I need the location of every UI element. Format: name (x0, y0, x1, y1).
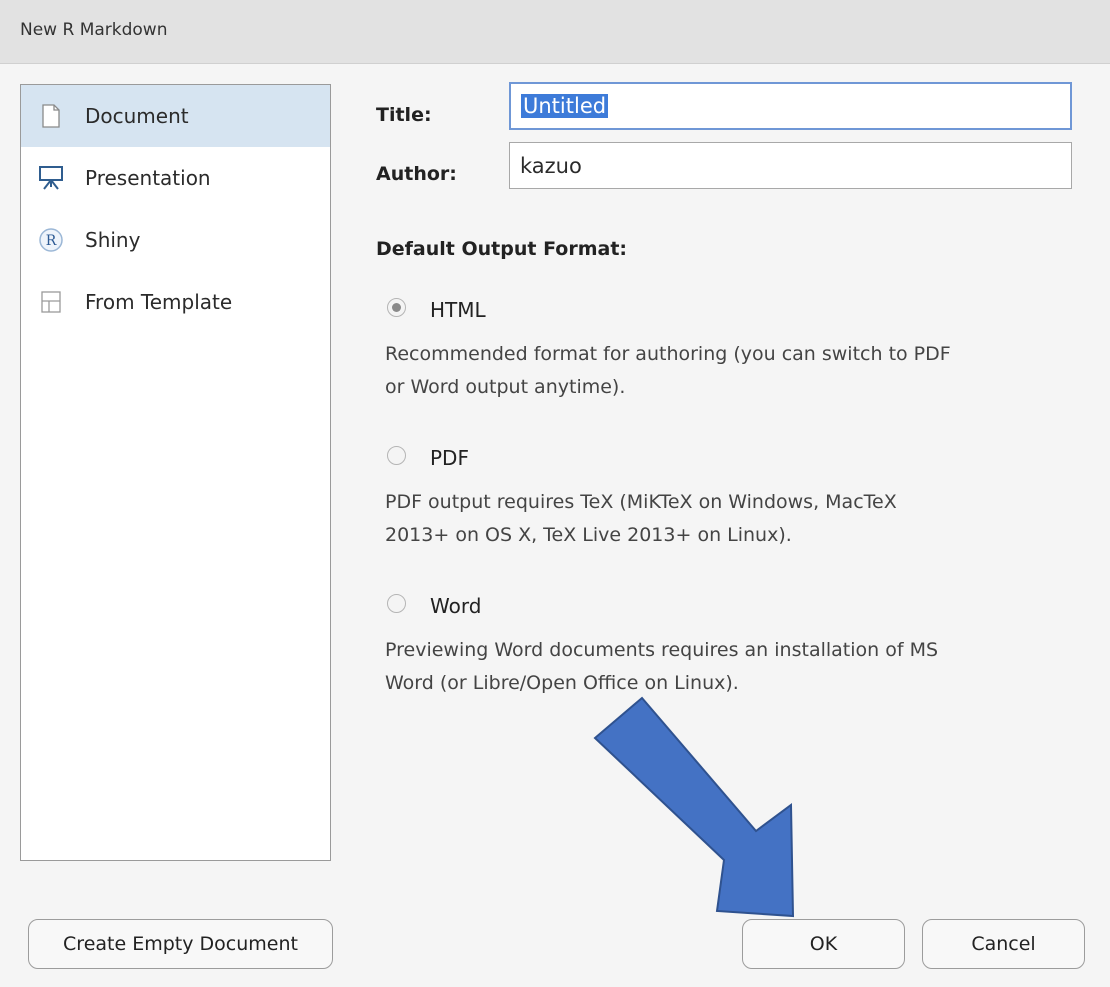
title-input[interactable]: Untitled (509, 82, 1072, 130)
word-radio-label[interactable]: Word (430, 594, 481, 618)
title-label: Title: (376, 104, 432, 126)
cancel-button[interactable]: Cancel (922, 919, 1085, 969)
pdf-radio-label[interactable]: PDF (430, 446, 469, 470)
template-icon (37, 288, 65, 316)
pdf-description-line1: PDF output requires TeX (MiKTeX on Windo… (385, 491, 897, 513)
document-icon (37, 102, 65, 130)
template-item-shiny[interactable]: R Shiny (21, 209, 330, 271)
template-item-label: Document (85, 104, 189, 128)
presentation-icon (37, 164, 65, 192)
title-input-value: Untitled (521, 94, 609, 118)
window-title: New R Markdown (20, 20, 168, 40)
template-item-label: Shiny (85, 228, 141, 252)
r-shiny-icon: R (37, 226, 65, 254)
html-description: Recommended format for authoring (you ca… (385, 338, 1075, 404)
word-description-line1: Previewing Word documents requires an in… (385, 639, 939, 661)
template-item-document[interactable]: Document (21, 85, 330, 147)
template-item-label: Presentation (85, 166, 211, 190)
window-titlebar: New R Markdown (0, 0, 1110, 64)
author-label: Author: (376, 163, 457, 185)
pdf-description-line2: 2013+ on OS X, TeX Live 2013+ on Linux). (385, 524, 792, 546)
html-description-line2: or Word output anytime). (385, 376, 626, 398)
template-item-presentation[interactable]: Presentation (21, 147, 330, 209)
create-empty-document-button[interactable]: Create Empty Document (28, 919, 333, 969)
template-item-from-template[interactable]: From Template (21, 271, 330, 333)
html-description-line1: Recommended format for authoring (you ca… (385, 343, 951, 365)
template-item-label: From Template (85, 290, 233, 314)
output-format-heading: Default Output Format: (376, 238, 627, 260)
author-input[interactable]: kazuo (509, 142, 1072, 189)
pdf-description: PDF output requires TeX (MiKTeX on Windo… (385, 486, 1075, 552)
html-radio-label[interactable]: HTML (430, 298, 486, 322)
html-radio[interactable] (387, 298, 406, 317)
pdf-radio[interactable] (387, 446, 406, 465)
author-input-value: kazuo (520, 153, 582, 178)
template-list: Document Presentation R Shiny From Templ… (20, 84, 331, 861)
svg-text:R: R (46, 233, 57, 249)
word-radio[interactable] (387, 594, 406, 613)
annotation-arrow-icon (593, 696, 795, 918)
